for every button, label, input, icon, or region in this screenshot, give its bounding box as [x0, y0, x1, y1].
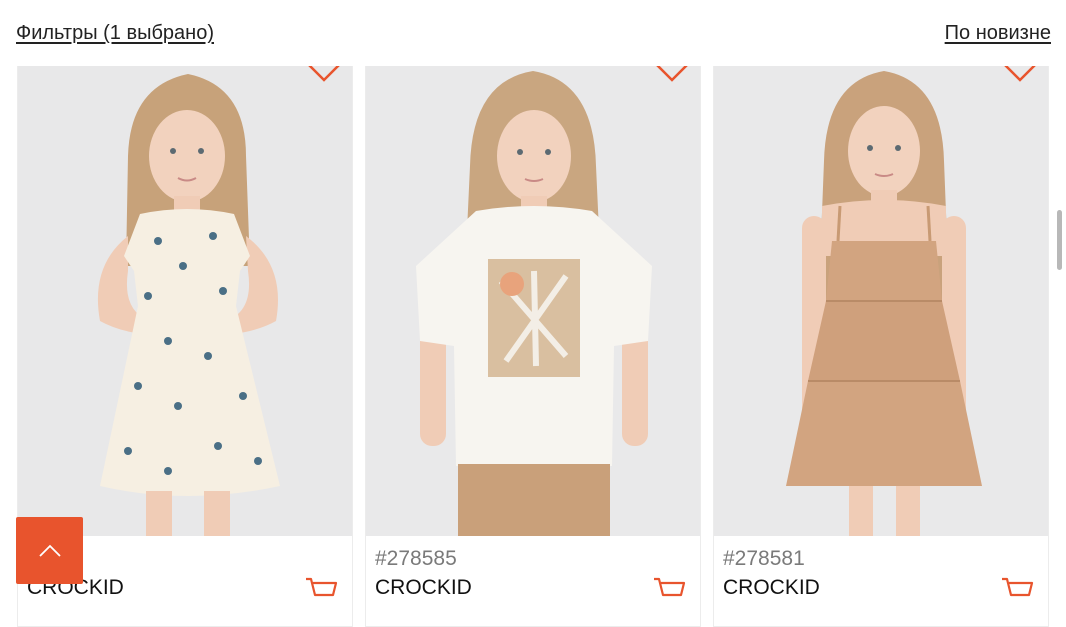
product-card[interactable]: #278581 CROCKID	[713, 66, 1049, 627]
product-photo[interactable]	[714, 66, 1048, 536]
chevron-up-icon	[38, 544, 61, 557]
product-card[interactable]: #278585 CROCKID	[365, 66, 701, 627]
sort-link[interactable]: По новизне	[945, 22, 1051, 45]
catalog-toolbar: Фильтры (1 выбрано) По новизне	[0, 0, 1066, 66]
product-sku: #278585	[375, 547, 457, 570]
heart-icon[interactable]	[654, 66, 690, 84]
product-brand[interactable]: CROCKID	[723, 576, 820, 600]
filters-link[interactable]: Фильтры (1 выбрано)	[16, 22, 214, 45]
product-photo[interactable]	[366, 66, 700, 536]
heart-icon[interactable]	[1002, 66, 1038, 84]
page-scrollbar[interactable]	[1057, 210, 1062, 270]
heart-icon[interactable]	[306, 66, 342, 84]
product-brand[interactable]: CROCKID	[375, 576, 472, 600]
scroll-to-top-button[interactable]	[16, 517, 83, 584]
product-sku: #278581	[723, 547, 805, 570]
product-photo[interactable]	[18, 66, 352, 536]
